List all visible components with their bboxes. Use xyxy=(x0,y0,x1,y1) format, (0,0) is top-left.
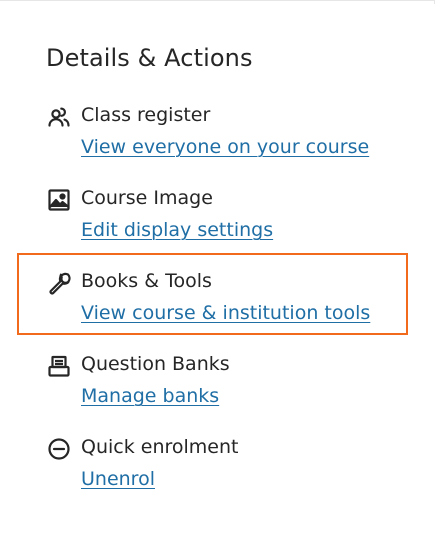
panel-frame-edge xyxy=(0,0,435,4)
course-image-item: Course Image Edit display settings xyxy=(46,183,406,253)
unenrol-link[interactable]: Unenrol xyxy=(81,464,155,494)
question-bank-icon xyxy=(46,353,72,379)
quick-enrolment-item: Quick enrolment Unenrol xyxy=(46,432,406,502)
manage-banks-link[interactable]: Manage banks xyxy=(81,381,219,411)
details-actions-panel: Details & Actions Class register View ev… xyxy=(46,40,416,490)
quick-enrolment-title: Quick enrolment xyxy=(81,436,239,458)
image-icon xyxy=(46,187,72,213)
view-everyone-link[interactable]: View everyone on your course xyxy=(81,132,369,162)
class-register-title: Class register xyxy=(81,104,211,126)
users-icon xyxy=(46,104,72,130)
question-banks-item: Question Banks Manage banks xyxy=(46,349,406,419)
books-tools-highlight-box xyxy=(17,253,408,335)
class-register-item: Class register View everyone on your cou… xyxy=(46,100,406,170)
panel-title: Details & Actions xyxy=(46,44,253,72)
edit-display-settings-link[interactable]: Edit display settings xyxy=(81,215,273,245)
minus-circle-icon xyxy=(46,436,72,462)
question-banks-title: Question Banks xyxy=(81,353,230,375)
course-image-title: Course Image xyxy=(81,187,213,209)
